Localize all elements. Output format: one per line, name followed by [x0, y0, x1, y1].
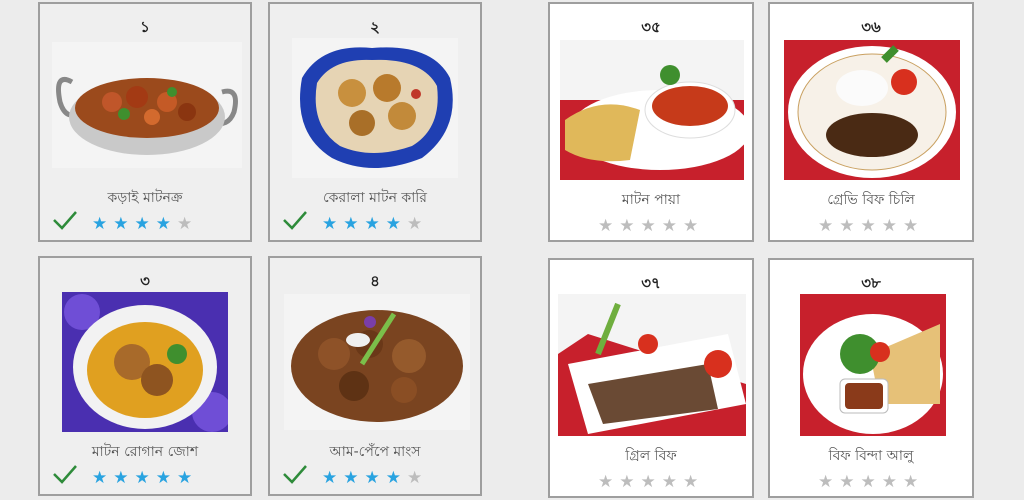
star-icon: ★	[860, 216, 876, 236]
star-icon: ★	[598, 472, 614, 492]
recipe-image	[284, 294, 470, 430]
star-icon: ★	[113, 468, 129, 488]
star-icon: ★	[881, 472, 897, 492]
star-icon: ★	[881, 216, 897, 236]
recipe-title: গ্রিল বিফ	[625, 448, 677, 464]
star-icon: ★	[364, 468, 380, 488]
recipe-card-1[interactable]: ১ কড়াই মাটনক্র ★ ★ ★ ★ ★	[38, 2, 252, 242]
recipe-card-38[interactable]: ৩৮ বিফ বিন্দা আলু ★ ★ ★ ★ ★	[768, 258, 974, 498]
rating-stars: ★ ★ ★ ★ ★	[818, 218, 918, 235]
recipe-image	[52, 42, 242, 168]
star-icon: ★	[92, 214, 108, 234]
recipe-title: মাটন রোগান জোশ	[91, 444, 199, 460]
checkmark-icon	[283, 465, 307, 484]
checkmark-icon	[53, 465, 77, 484]
star-icon: ★	[619, 472, 635, 492]
recipe-image	[62, 292, 228, 432]
rating-stars: ★ ★ ★ ★ ★	[818, 474, 918, 491]
rating-stars: ★ ★ ★ ★ ★	[322, 470, 422, 487]
recipe-card-2[interactable]: ২ কেরালা মাটন কারি ★ ★ ★ ★ ★	[268, 2, 482, 242]
recipe-card-36[interactable]: ৩৬ গ্রেভি বিফ চিলি ★ ★ ★ ★ ★	[768, 2, 974, 242]
rating-stars: ★ ★ ★ ★ ★	[92, 470, 192, 487]
star-icon: ★	[343, 468, 359, 488]
star-icon: ★	[661, 216, 677, 236]
star-icon: ★	[134, 468, 150, 488]
star-icon: ★	[92, 468, 108, 488]
recipe-image	[800, 294, 946, 436]
recipe-title: কড়াই মাটনক্র	[107, 190, 183, 206]
star-icon: ★	[818, 472, 834, 492]
star-icon: ★	[322, 468, 338, 488]
star-icon: ★	[177, 468, 193, 488]
star-icon: ★	[683, 216, 699, 236]
star-icon: ★	[661, 472, 677, 492]
recipe-title: কেরালা মাটন কারি	[322, 190, 427, 206]
recipe-image	[292, 38, 458, 178]
star-icon: ★	[903, 472, 919, 492]
recipe-card-35[interactable]: ৩৫ মাটন পায়া ★ ★ ★ ★ ★	[548, 2, 754, 242]
star-icon: ★	[619, 216, 635, 236]
star-icon: ★	[407, 468, 423, 488]
star-icon: ★	[407, 214, 423, 234]
star-icon: ★	[860, 472, 876, 492]
rating-stars: ★ ★ ★ ★ ★	[322, 216, 422, 233]
star-icon: ★	[903, 216, 919, 236]
star-icon: ★	[364, 214, 380, 234]
star-icon: ★	[134, 214, 150, 234]
recipe-number: ১	[140, 18, 150, 36]
star-icon: ★	[598, 216, 614, 236]
recipe-card-37[interactable]: ৩৭ গ্রিল বিফ ★ ★ ★ ★ ★	[548, 258, 754, 498]
star-icon: ★	[839, 216, 855, 236]
star-icon: ★	[155, 468, 171, 488]
star-icon: ★	[385, 468, 401, 488]
checkmark-icon	[53, 211, 77, 230]
star-icon: ★	[385, 214, 401, 234]
recipe-number: ৩৫	[641, 18, 661, 36]
recipe-title: আম-পেঁপে মাংস	[329, 444, 421, 460]
star-icon: ★	[818, 216, 834, 236]
recipe-image	[558, 294, 746, 436]
recipe-title: গ্রেভি বিফ চিলি	[827, 192, 915, 208]
star-icon: ★	[322, 214, 338, 234]
recipe-image	[560, 40, 744, 180]
recipe-image	[784, 40, 960, 180]
star-icon: ★	[177, 214, 193, 234]
star-icon: ★	[155, 214, 171, 234]
left-recipe-grid: ১ কড়াই মাটনক্র ★ ★ ★ ★ ★ ২ কেরালা মাটন …	[0, 0, 500, 500]
checkmark-icon	[283, 211, 307, 230]
star-icon: ★	[640, 472, 656, 492]
star-icon: ★	[683, 472, 699, 492]
recipe-number: ৩৬	[861, 18, 881, 36]
recipe-number: ৪	[370, 272, 380, 290]
recipe-card-4[interactable]: ৪ আম-পেঁপে মাংস ★ ★ ★ ★ ★	[268, 256, 482, 496]
rating-stars: ★ ★ ★ ★ ★	[598, 218, 698, 235]
rating-stars: ★ ★ ★ ★ ★	[598, 474, 698, 491]
star-icon: ★	[839, 472, 855, 492]
star-icon: ★	[343, 214, 359, 234]
recipe-title: বিফ বিন্দা আলু	[828, 448, 914, 464]
right-recipe-grid: ৩৫ মাটন পায়া ★ ★ ★ ★ ★ ৩৬ গ্রেভি বিফ চি…	[530, 0, 1024, 500]
recipe-title: মাটন পায়া	[621, 192, 681, 208]
recipe-card-3[interactable]: ৩ মাটন রোগান জোশ ★ ★ ★ ★ ★	[38, 256, 252, 496]
star-icon: ★	[113, 214, 129, 234]
star-icon: ★	[640, 216, 656, 236]
rating-stars: ★ ★ ★ ★ ★	[92, 216, 192, 233]
